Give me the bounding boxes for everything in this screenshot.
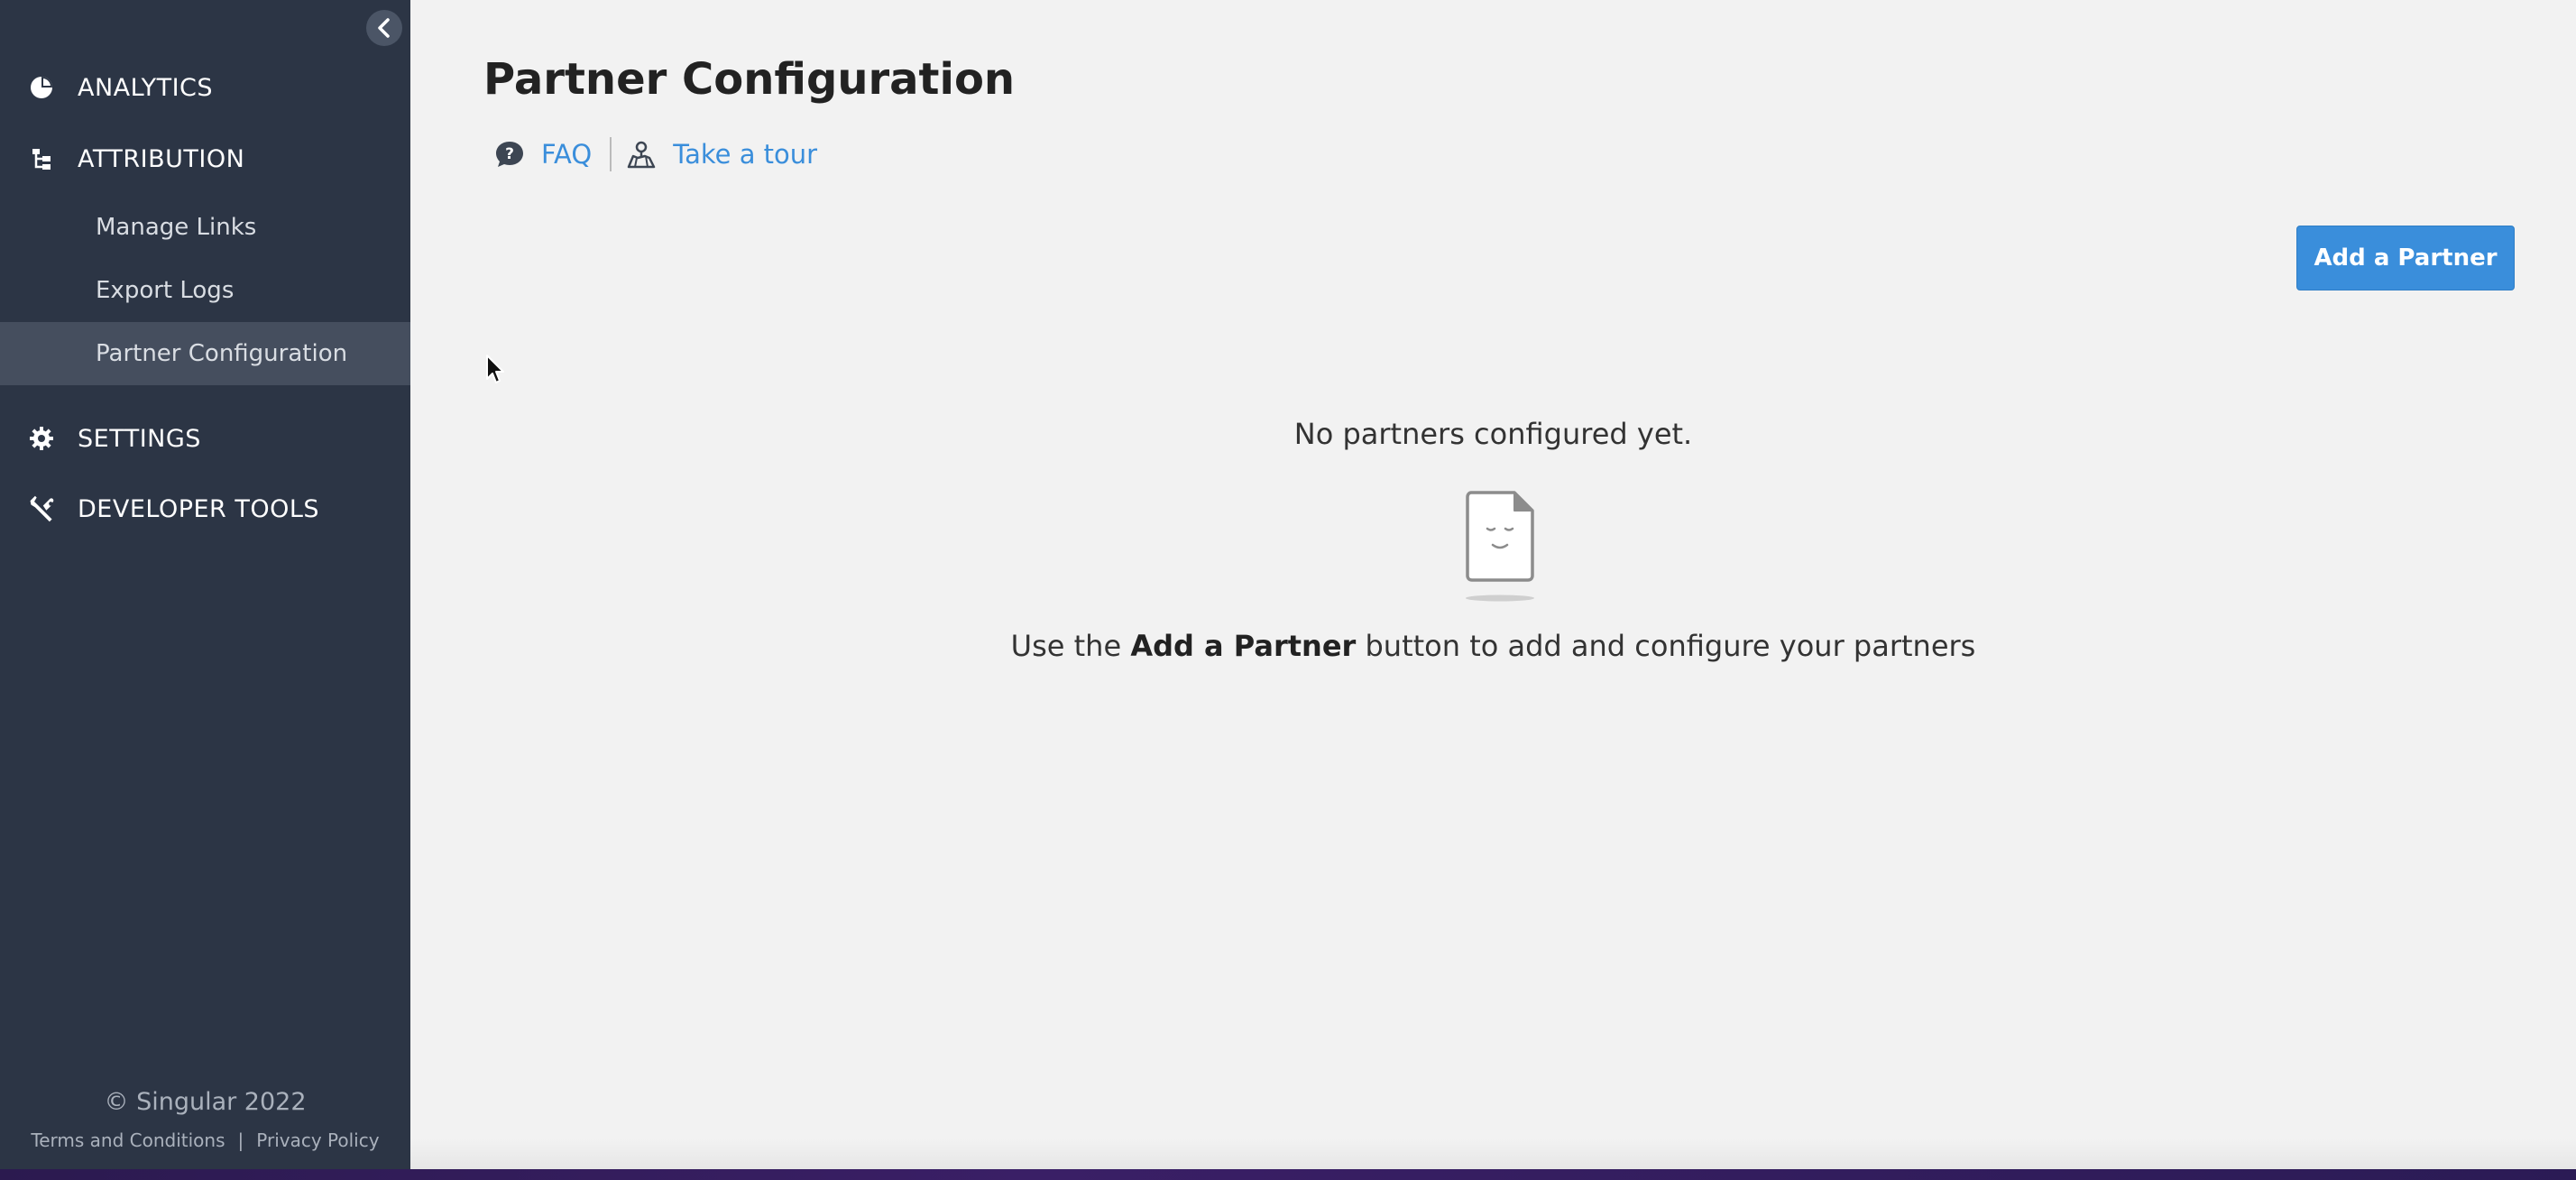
legal-links: Terms and Conditions | Privacy Policy [0, 1129, 410, 1151]
sidebar-item-label: Partner Configuration [96, 340, 348, 367]
sidebar-section-label: DEVELOPER TOOLS [78, 494, 320, 523]
sidebar-item-export-logs[interactable]: Export Logs [0, 259, 410, 322]
hint-prefix: Use the [1010, 629, 1131, 663]
wrench-icon [27, 494, 56, 523]
hint-suffix: button to add and configure your partner… [1356, 629, 1976, 663]
privacy-link[interactable]: Privacy Policy [256, 1129, 379, 1151]
sidebar-item-partner-configuration[interactable]: Partner Configuration [0, 322, 410, 385]
terms-link[interactable]: Terms and Conditions [31, 1129, 225, 1151]
sidebar-item-analytics[interactable]: ANALYTICS [0, 55, 410, 120]
desktop-strip [0, 1169, 2576, 1180]
sidebar-item-label: Manage Links [96, 214, 257, 241]
sidebar: ANALYTICS ATTRIBUTION Manage Links Expor… [0, 0, 410, 1169]
app-window: ANALYTICS ATTRIBUTION Manage Links Expor… [0, 0, 2576, 1169]
copyright-text: © Singular 2022 [104, 1088, 307, 1116]
svg-text:?: ? [505, 145, 514, 163]
sidebar-section-label: ATTRIBUTION [78, 144, 245, 173]
hint-bold: Add a Partner [1130, 629, 1357, 663]
take-a-tour-link[interactable]: Take a tour [626, 139, 817, 170]
help-links-divider [610, 137, 612, 171]
sidebar-section-label: ANALYTICS [78, 73, 214, 102]
legal-separator: | [237, 1129, 244, 1151]
main-content: Partner Configuration ? FAQ Take a tour [410, 0, 2576, 1169]
sidebar-item-settings[interactable]: SETTINGS [0, 406, 410, 471]
empty-document-icon [1466, 491, 1534, 602]
sidebar-item-manage-links[interactable]: Manage Links [0, 196, 410, 259]
sidebar-section-label: SETTINGS [78, 424, 201, 453]
faq-label: FAQ [541, 139, 593, 170]
empty-state-hint: Use the Add a Partner button to add and … [410, 629, 2576, 663]
question-bubble-icon: ? [496, 142, 523, 167]
chevron-left-icon [378, 18, 390, 38]
page-title: Partner Configuration [483, 54, 1016, 105]
help-links: ? FAQ Take a tour [494, 135, 817, 173]
pie-chart-icon [27, 73, 56, 102]
faq-link[interactable]: ? FAQ [494, 139, 592, 170]
take-a-tour-label: Take a tour [673, 139, 818, 170]
mouse-cursor-icon [486, 355, 504, 383]
add-partner-button[interactable]: Add a Partner [2296, 226, 2515, 290]
map-person-icon [627, 141, 656, 169]
sidebar-item-attribution[interactable]: ATTRIBUTION [0, 126, 410, 191]
sidebar-item-developer-tools[interactable]: DEVELOPER TOOLS [0, 476, 410, 541]
gear-icon [27, 424, 56, 453]
bottom-shadow [410, 1139, 2576, 1169]
sidebar-collapse-button[interactable] [366, 10, 402, 46]
empty-state-title: No partners configured yet. [1293, 417, 1693, 451]
sidebar-item-label: Export Logs [96, 277, 235, 304]
hierarchy-icon [27, 144, 56, 173]
